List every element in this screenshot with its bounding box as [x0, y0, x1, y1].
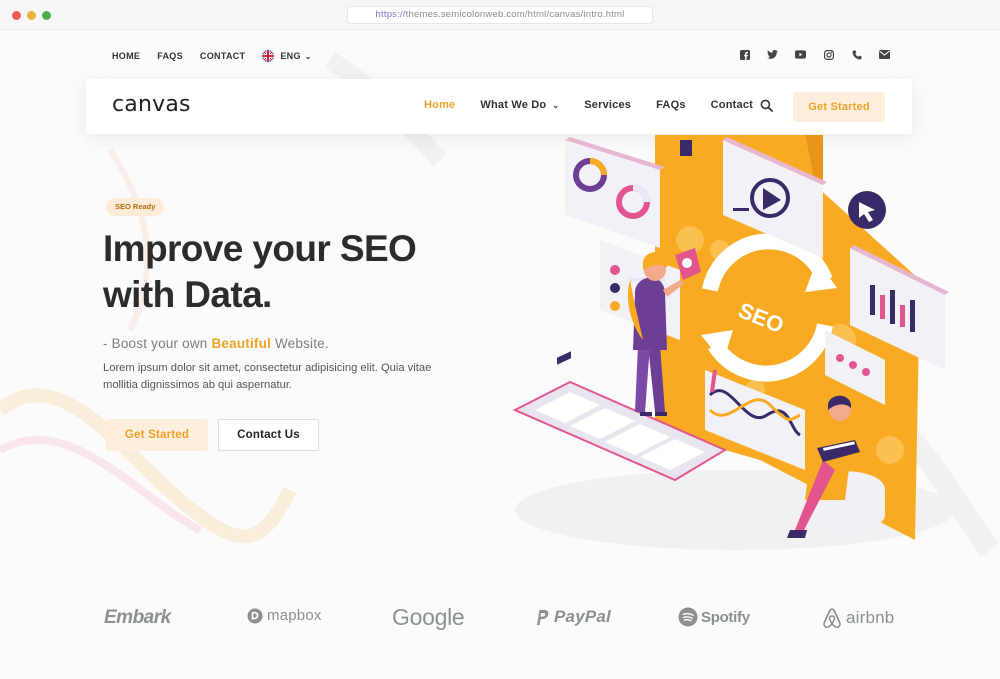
hero-paragraph: Lorem ipsum dolor sit amet, consectetur …	[103, 362, 432, 391]
brand-embark-label: Embark	[104, 607, 171, 628]
main-navigation: canvas Home What We Do ⌄ Services FAQs Co…	[86, 79, 912, 134]
brand-paypal-label: PayPal	[554, 607, 611, 626]
nav-item-label: What We Do	[480, 99, 547, 111]
brand-airbnb: airbnb	[822, 607, 894, 629]
seo-illustration: SEO	[512, 135, 955, 550]
hero-get-started-button[interactable]: Get Started	[106, 419, 208, 451]
page: HOME FAQS CONTACT ENG ⌄ canvas Home What…	[0, 30, 1000, 679]
language-label: ENG	[280, 51, 301, 61]
brand-spotify: Spotify	[678, 607, 750, 627]
facebook-icon[interactable]	[739, 49, 750, 60]
brand-mapbox: mapbox	[247, 607, 322, 624]
top-bar: HOME FAQS CONTACT ENG ⌄	[0, 30, 1000, 80]
search-icon[interactable]	[760, 99, 774, 113]
hero-heading: Improve your SEO with Data.	[103, 226, 523, 318]
chevron-down-icon: ⌄	[552, 100, 560, 110]
top-links: HOME FAQS CONTACT ENG ⌄	[112, 50, 312, 62]
nav-item-what-we-do[interactable]: What We Do ⌄	[480, 99, 559, 111]
browser-chrome: https://themes.semicolonweb.com/html/can…	[0, 0, 1000, 30]
maximize-window-button[interactable]	[42, 11, 51, 20]
site-logo[interactable]: canvas	[112, 92, 191, 117]
url-text: themes.semicolonweb.com/html/canvas/intr…	[405, 9, 625, 20]
language-selector[interactable]: ENG ⌄	[262, 50, 311, 62]
nav-item-home[interactable]: Home	[424, 99, 455, 111]
hero-heading-line-1: Improve your SEO	[103, 228, 417, 269]
brand-spotify-label: Spotify	[701, 608, 750, 626]
subheading-suffix: Website.	[271, 336, 329, 351]
paypal-icon	[535, 609, 549, 626]
hero-subheading: - Boost your own Beautiful Website.	[103, 336, 329, 351]
top-link-home[interactable]: HOME	[112, 51, 140, 61]
social-icons	[722, 49, 890, 60]
airbnb-icon	[822, 607, 842, 629]
top-link-faqs[interactable]: FAQS	[157, 51, 183, 61]
subheading-prefix: - Boost your own	[103, 336, 212, 351]
brand-mapbox-label: mapbox	[267, 607, 322, 624]
nav-menu: Home What We Do ⌄ Services FAQs Contact	[424, 99, 778, 111]
youtube-icon[interactable]	[795, 49, 806, 60]
email-icon[interactable]	[879, 49, 890, 60]
brand-google-label: Google	[392, 604, 465, 630]
phone-icon[interactable]	[851, 49, 862, 60]
nav-item-contact[interactable]: Contact	[711, 99, 753, 111]
seo-ready-badge: SEO Ready	[106, 198, 165, 216]
brand-google: Google	[392, 604, 465, 631]
mapbox-icon	[247, 608, 263, 624]
twitter-icon[interactable]	[767, 49, 778, 60]
chevron-down-icon: ⌄	[304, 51, 312, 61]
hero-contact-us-button[interactable]: Contact Us	[218, 419, 319, 451]
nav-item-services[interactable]: Services	[584, 99, 631, 111]
brand-logos: Embark mapbox Google PayPal Spotify airb…	[0, 590, 1000, 679]
subheading-highlight: Beautiful	[211, 336, 272, 351]
hero-heading-line-2: with Data.	[103, 274, 272, 315]
address-bar[interactable]: https://themes.semicolonweb.com/html/can…	[347, 6, 653, 24]
close-window-button[interactable]	[12, 11, 21, 20]
nav-get-started-button[interactable]: Get Started	[793, 92, 885, 122]
minimize-window-button[interactable]	[27, 11, 36, 20]
brand-paypal: PayPal	[535, 607, 611, 627]
nav-item-faqs[interactable]: FAQs	[656, 99, 686, 111]
top-link-contact[interactable]: CONTACT	[200, 51, 245, 61]
spotify-icon	[678, 607, 698, 627]
instagram-icon[interactable]	[823, 49, 834, 60]
url-protocol: https://	[375, 9, 406, 20]
uk-flag-icon	[262, 50, 275, 62]
brand-embark: Embark	[104, 607, 171, 629]
brand-airbnb-label: airbnb	[846, 608, 895, 627]
